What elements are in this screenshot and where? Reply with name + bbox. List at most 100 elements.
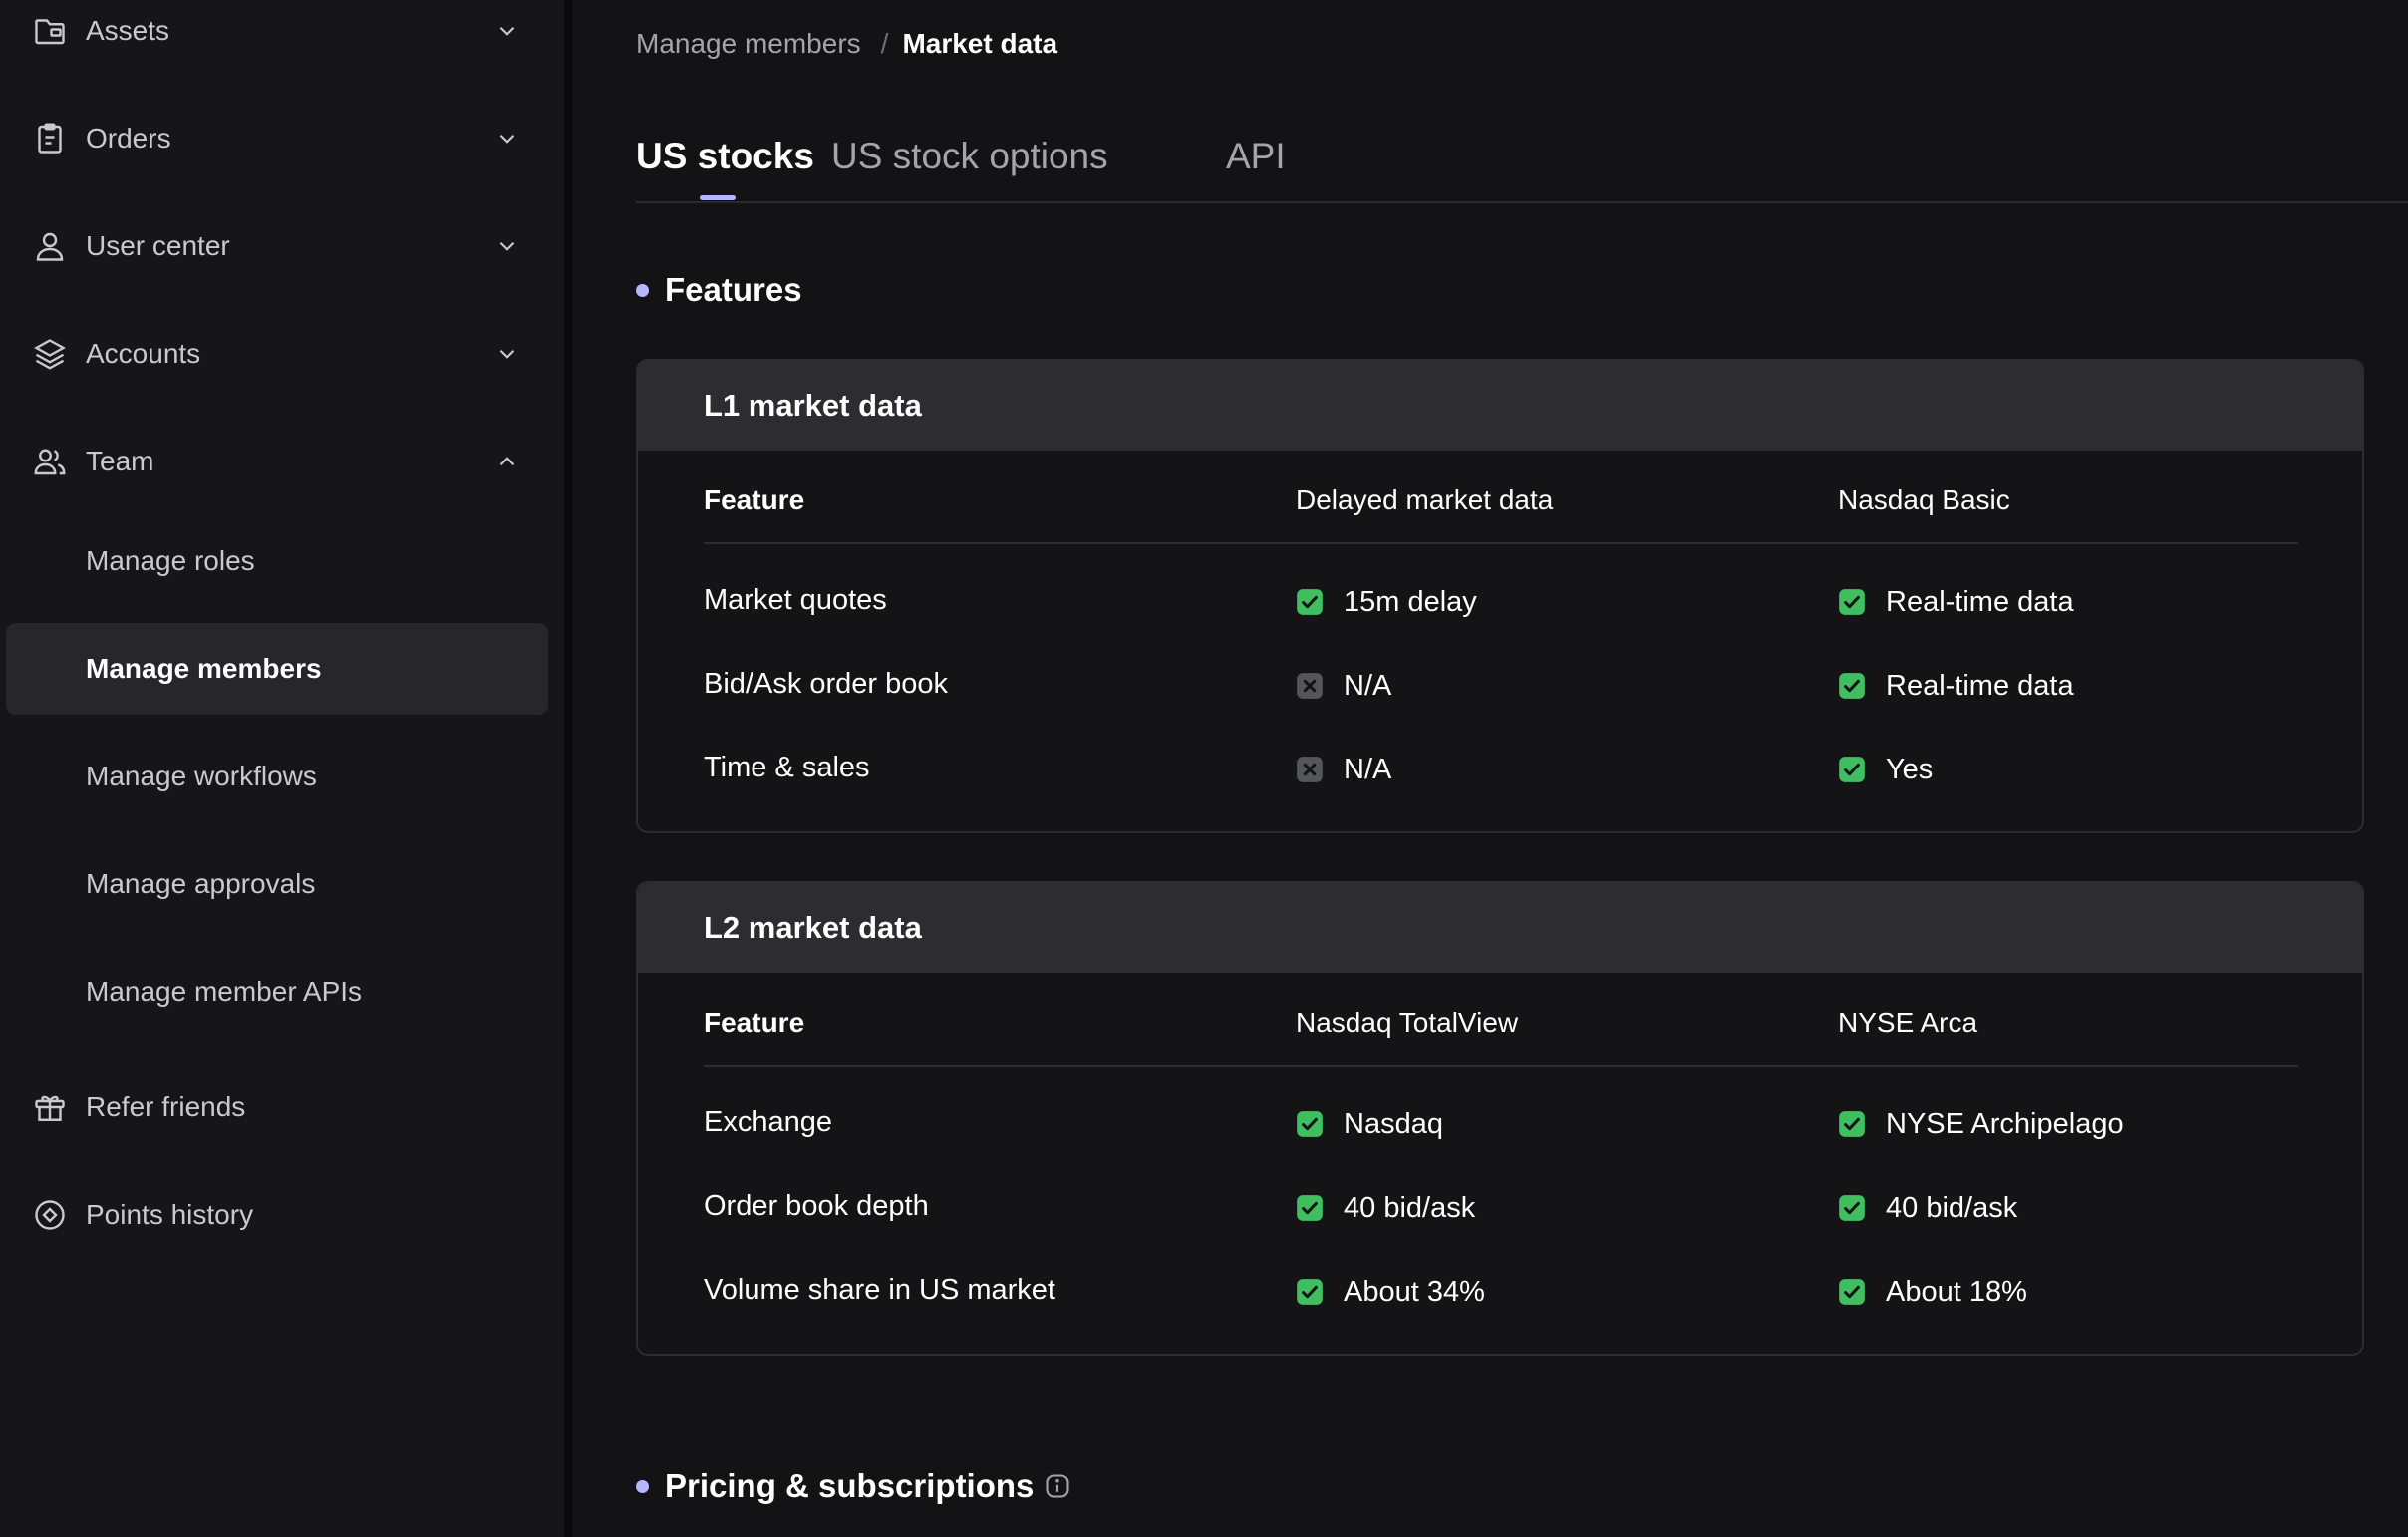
sidebar-item-label: User center	[86, 230, 230, 261]
chevron-down-icon	[499, 241, 515, 251]
info-icon[interactable]	[1044, 1472, 1071, 1500]
gift-icon	[35, 1095, 65, 1121]
user-icon	[36, 232, 64, 261]
check-icon	[1839, 757, 1865, 782]
column-header: NYSE Arca	[1838, 1007, 1978, 1038]
table-cell: Nasdaq	[1296, 1104, 1443, 1144]
row-label: Order book depth	[704, 1190, 929, 1222]
sidebar-item-label: Team	[86, 446, 154, 476]
chevron-down-icon	[499, 134, 515, 144]
table-cell: N/A	[1296, 750, 1391, 789]
check-icon	[1839, 1195, 1865, 1221]
table-cell: Real-time data	[1838, 582, 2074, 622]
sidebar-subitem-label: Manage roles	[86, 545, 255, 576]
table-cell: About 34%	[1296, 1272, 1485, 1312]
row-label: Volume share in US market	[704, 1274, 1055, 1306]
tab-label: US stock options	[831, 136, 1108, 176]
sidebar-item-points-history[interactable]: Points history	[0, 1180, 564, 1250]
table-cell: Yes	[1838, 750, 1933, 789]
sidebar-item-assets[interactable]: Assets	[0, 0, 564, 66]
check-icon	[1297, 1279, 1323, 1305]
sidebar-item-label: Assets	[86, 15, 170, 46]
column-header: Delayed market data	[1296, 484, 1554, 515]
cell-text: Yes	[1886, 753, 1934, 785]
row-label: Exchange	[704, 1106, 832, 1138]
table-cell: Real-time data	[1838, 666, 2074, 706]
tab-us-stock-options[interactable]: US stock options	[831, 136, 1108, 177]
breadcrumb-separator: /	[880, 28, 889, 59]
sidebar-subitem-manage-members[interactable]: Manage members	[6, 623, 548, 715]
cell-text: 40 bid/ask	[1886, 1191, 2018, 1224]
cell-text: Nasdaq	[1344, 1107, 1443, 1140]
l1-market-data-card: L1 market data Feature Delayed market da…	[636, 359, 2364, 833]
sidebar-item-label: Points history	[86, 1199, 254, 1230]
layers-icon	[34, 339, 66, 370]
section-title-text: Features	[665, 271, 802, 308]
table-cell: 40 bid/ask	[1838, 1188, 2017, 1228]
section-title-text: Pricing & subscriptions	[665, 1467, 1035, 1504]
cell-text: N/A	[1344, 753, 1392, 785]
check-icon	[1297, 589, 1323, 615]
tab-us-stocks[interactable]: US stocks	[636, 136, 814, 200]
column-header: Feature	[704, 484, 805, 515]
section-bullet-dot	[636, 1479, 649, 1493]
check-icon	[1839, 1279, 1865, 1305]
check-icon	[1839, 1111, 1865, 1137]
sidebar-subitem-manage-member-apis[interactable]: Manage member APIs	[6, 946, 548, 1038]
points-icon	[35, 1200, 65, 1230]
chevron-down-icon	[499, 26, 515, 36]
sidebar: Assets Orders User center Accounts Team …	[0, 0, 564, 1537]
section-title-features: Features	[636, 269, 802, 311]
table-cell: N/A	[1296, 666, 1391, 706]
sidebar-subitem-label: Manage approvals	[86, 868, 316, 899]
table-cell: NYSE Archipelago	[1838, 1104, 2124, 1144]
cell-text: NYSE Archipelago	[1886, 1107, 2124, 1140]
sidebar-subitem-label: Manage members	[86, 653, 322, 684]
active-tab-indicator	[700, 195, 736, 200]
app-window: Assets Orders User center Accounts Team …	[0, 0, 2408, 1537]
sidebar-item-label: Refer friends	[86, 1091, 246, 1122]
sidebar-divider	[564, 0, 572, 1537]
cell-text: 15m delay	[1344, 585, 1477, 618]
card-title: L1 market data	[638, 361, 2362, 451]
sidebar-item-label: Orders	[86, 123, 171, 154]
sidebar-item-team[interactable]: Team	[0, 427, 564, 496]
sidebar-subitem-manage-roles[interactable]: Manage roles	[6, 515, 548, 607]
tab-label: API	[1226, 136, 1286, 176]
sidebar-item-label: Accounts	[86, 338, 201, 369]
breadcrumb-link-manage-members[interactable]: Manage members	[636, 28, 861, 60]
sidebar-item-orders[interactable]: Orders	[0, 104, 564, 173]
clipboard-icon	[38, 123, 62, 154]
table-divider	[704, 542, 2298, 544]
chevron-down-icon	[499, 349, 515, 359]
table-cell: 40 bid/ask	[1296, 1188, 1475, 1228]
tab-api[interactable]: API	[1226, 136, 1286, 177]
chevron-up-icon	[499, 457, 515, 466]
sidebar-item-refer-friends[interactable]: Refer friends	[0, 1073, 564, 1142]
card-title: L2 market data	[638, 883, 2362, 973]
row-label: Market quotes	[704, 584, 887, 616]
section-bullet-dot	[636, 283, 649, 297]
row-label: Bid/Ask order book	[704, 668, 949, 700]
column-header: Feature	[704, 1007, 805, 1038]
sidebar-subitem-label: Manage workflows	[86, 761, 317, 791]
l2-market-data-card: L2 market data Feature Nasdaq TotalView …	[636, 881, 2364, 1356]
cell-text: Real-time data	[1886, 669, 2074, 702]
check-icon	[1839, 673, 1865, 699]
table-cell: About 18%	[1838, 1272, 2027, 1312]
tab-bar: US stocks US stock options API	[636, 136, 2408, 203]
tab-label: US stocks	[636, 136, 814, 176]
cell-text: About 34%	[1344, 1275, 1485, 1308]
sidebar-item-user-center[interactable]: User center	[0, 211, 564, 281]
sidebar-subitem-manage-approvals[interactable]: Manage approvals	[6, 838, 548, 930]
cell-text: Real-time data	[1886, 585, 2074, 618]
sidebar-item-accounts[interactable]: Accounts	[0, 319, 564, 389]
cross-icon	[1297, 757, 1323, 782]
table-divider	[704, 1065, 2298, 1067]
sidebar-subitem-manage-workflows[interactable]: Manage workflows	[6, 731, 548, 822]
check-icon	[1297, 1111, 1323, 1137]
cross-icon	[1297, 673, 1323, 699]
column-header: Nasdaq TotalView	[1296, 1007, 1519, 1038]
cell-text: N/A	[1344, 669, 1392, 702]
section-title-pricing: Pricing & subscriptions	[636, 1465, 1071, 1507]
